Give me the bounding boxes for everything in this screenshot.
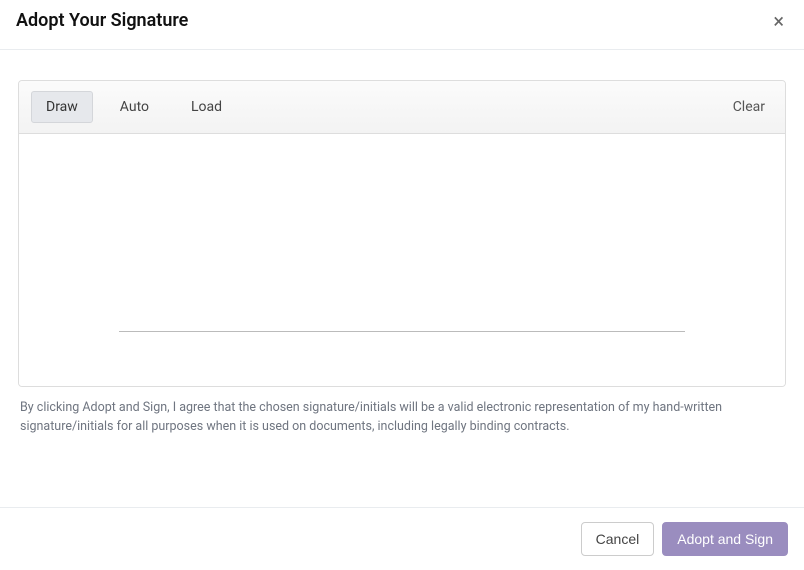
cancel-button[interactable]: Cancel	[581, 522, 655, 556]
tab-load[interactable]: Load	[176, 91, 237, 123]
signature-baseline	[119, 331, 685, 332]
disclaimer-text: By clicking Adopt and Sign, I agree that…	[18, 399, 786, 437]
signature-box: Draw Auto Load Clear	[18, 80, 786, 387]
modal-header: Adopt Your Signature ×	[0, 0, 804, 50]
tab-draw[interactable]: Draw	[31, 91, 93, 123]
tab-auto[interactable]: Auto	[105, 91, 164, 123]
tab-bar: Draw Auto Load Clear	[19, 81, 785, 134]
modal-body: Draw Auto Load Clear By clicking Adopt a…	[0, 50, 804, 451]
signature-canvas[interactable]	[19, 134, 785, 386]
adopt-and-sign-button[interactable]: Adopt and Sign	[662, 522, 788, 556]
modal-footer: Cancel Adopt and Sign	[0, 507, 804, 570]
close-icon[interactable]: ×	[769, 11, 788, 31]
modal-title: Adopt Your Signature	[16, 10, 188, 31]
clear-button[interactable]: Clear	[733, 99, 773, 115]
